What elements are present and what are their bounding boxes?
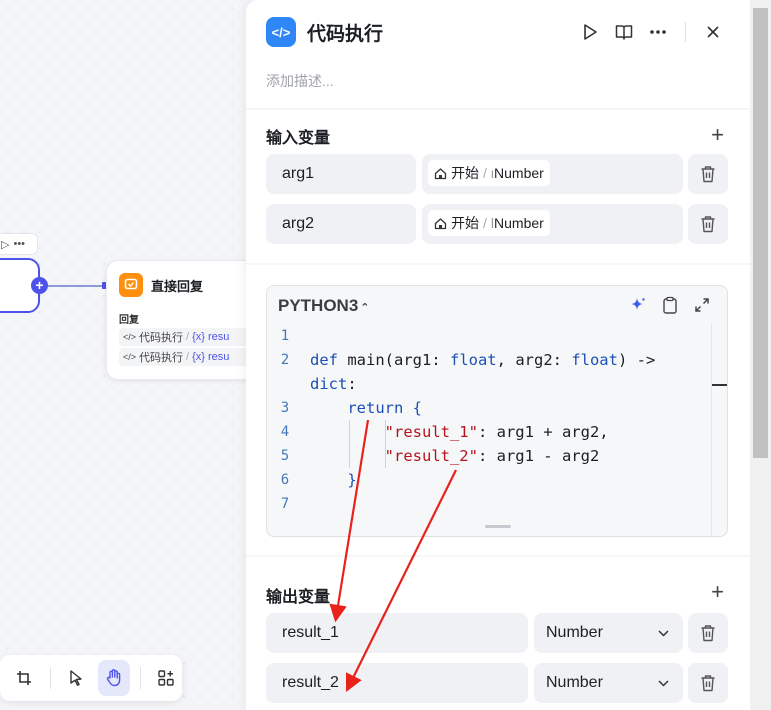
output-section: 输出变量 + result_1 Number result_2 Number [246,557,750,710]
output-var-name[interactable]: result_2 [266,663,528,703]
run-icon[interactable]: ▷ [1,238,9,251]
run-icon[interactable] [573,17,607,47]
reply-ref-row: </> 代码执行 / {x} resu [119,328,253,346]
language-value: PYTHON3 [278,296,359,315]
input-var-row: arg2 开始 / l Number [266,204,728,244]
hand-icon[interactable] [98,660,130,696]
node-config-panel: </> 代码执行 添加描述... 输入变量 + arg1 开始 / ι Numb… [246,0,750,710]
chevron-updown-icon: ⌃ [360,302,370,314]
output-var-row: result_1 Number [266,613,728,653]
line-number: 1 [280,328,290,344]
code-icon: </> [123,352,137,362]
node-toolbar[interactable]: ▷ ••• [0,233,38,255]
reply-ref-row: </> 代码执行 / {x} resu [119,348,253,366]
sparkle-icon[interactable] [627,294,649,316]
ref-chip: 开始 / l Number [428,210,550,236]
input-section-title: 输入变量 [266,130,331,147]
line-number: 3 [280,400,290,416]
add-output-button[interactable]: + [711,581,724,603]
input-section: 输入变量 + arg1 开始 / ι Number arg2 开始 / l Nu… [246,110,750,263]
panel-header: </> 代码执行 [266,16,730,48]
trash-icon[interactable] [688,663,728,703]
input-var-ref[interactable]: 开始 / ι Number [422,154,683,194]
line-number: 6 [280,472,290,488]
clipboard-icon[interactable] [659,294,681,316]
output-var-name[interactable]: result_1 [266,613,528,653]
output-type-select[interactable]: Number [534,613,683,653]
output-var-row: result_2 Number [266,663,728,703]
reply-label: 回复 [119,315,139,326]
chevron-down-icon [658,613,669,653]
code-editor[interactable]: PYTHON3 ⌃ 1 2 def main(arg1: float, arg2: … [266,285,728,537]
input-var-row: arg1 开始 / ι Number [266,154,728,194]
ref-separator: / [186,351,190,363]
more-icon[interactable] [641,17,675,47]
code-icon: </> [123,332,137,342]
header-actions [573,16,730,48]
line-number: 7 [280,496,290,512]
add-input-button[interactable]: + [711,124,724,146]
input-var-name[interactable]: arg2 [266,204,416,244]
line-number: 2 [280,352,290,368]
add-port-button[interactable]: + [31,277,48,294]
ref-variable: {x} resu [192,351,230,363]
ref-node: 开始 [451,215,479,231]
line-number: 4 [280,424,290,440]
ref-source: 代码执行 [139,352,184,364]
chevron-down-icon [658,663,669,703]
book-icon[interactable] [607,17,641,47]
ref-chip: 开始 / ι Number [428,160,550,186]
reply-node-title: 直接回复 [151,278,204,294]
layout-icon[interactable] [150,660,182,696]
ref-source: 代码执行 [139,332,184,344]
canvas-toolbar [0,655,182,701]
code-icon: </> [266,17,296,47]
output-type-value: Number [546,624,603,641]
home-icon [434,217,447,230]
ref-type: Number [494,165,544,181]
ref-separator: / [483,165,487,181]
line-number: 5 [280,448,290,464]
panel-title[interactable]: 代码执行 [307,19,383,46]
ref-separator: / [483,215,487,231]
reply-icon [119,273,143,297]
ref-separator: / [186,331,190,343]
input-var-ref[interactable]: 开始 / l Number [422,204,683,244]
home-icon [434,167,447,180]
ref-type: Number [494,215,544,231]
code-editor-header: PYTHON3 ⌃ [267,286,727,324]
more-icon[interactable]: ••• [13,238,25,250]
language-select[interactable]: PYTHON3 ⌃ [278,296,370,316]
ref-node: 开始 [451,165,479,181]
toolbar-divider [49,667,51,689]
pointer-icon[interactable] [60,660,92,696]
close-icon[interactable] [696,17,730,47]
trash-icon[interactable] [688,613,728,653]
ref-variable: {x} resu [192,331,230,343]
code-editor-actions [627,294,713,316]
add-node-icon[interactable] [8,660,40,696]
edge-connector [48,285,106,287]
output-type-value: Number [546,674,603,691]
input-var-name[interactable]: arg1 [266,154,416,194]
header-divider [685,22,686,42]
output-type-select[interactable]: Number [534,663,683,703]
expand-icon[interactable] [691,294,713,316]
description-input[interactable]: 添加描述... [266,71,334,91]
code-scroll-marker [712,384,727,386]
code-vertical-scrollbar[interactable] [711,324,727,536]
page-scrollbar-thumb[interactable] [753,8,768,458]
code-text-area[interactable]: 1 2 def main(arg1: float, arg2: float) ->… [267,324,727,536]
code-resize-handle[interactable] [485,525,511,528]
toolbar-divider [139,667,141,689]
trash-icon[interactable] [688,204,728,244]
trash-icon[interactable] [688,154,728,194]
output-section-title: 输出变量 [266,589,331,606]
reply-node[interactable]: 直接回复 回复 </> 代码执行 / {x} resu </> 代码执行 / {… [106,260,266,380]
